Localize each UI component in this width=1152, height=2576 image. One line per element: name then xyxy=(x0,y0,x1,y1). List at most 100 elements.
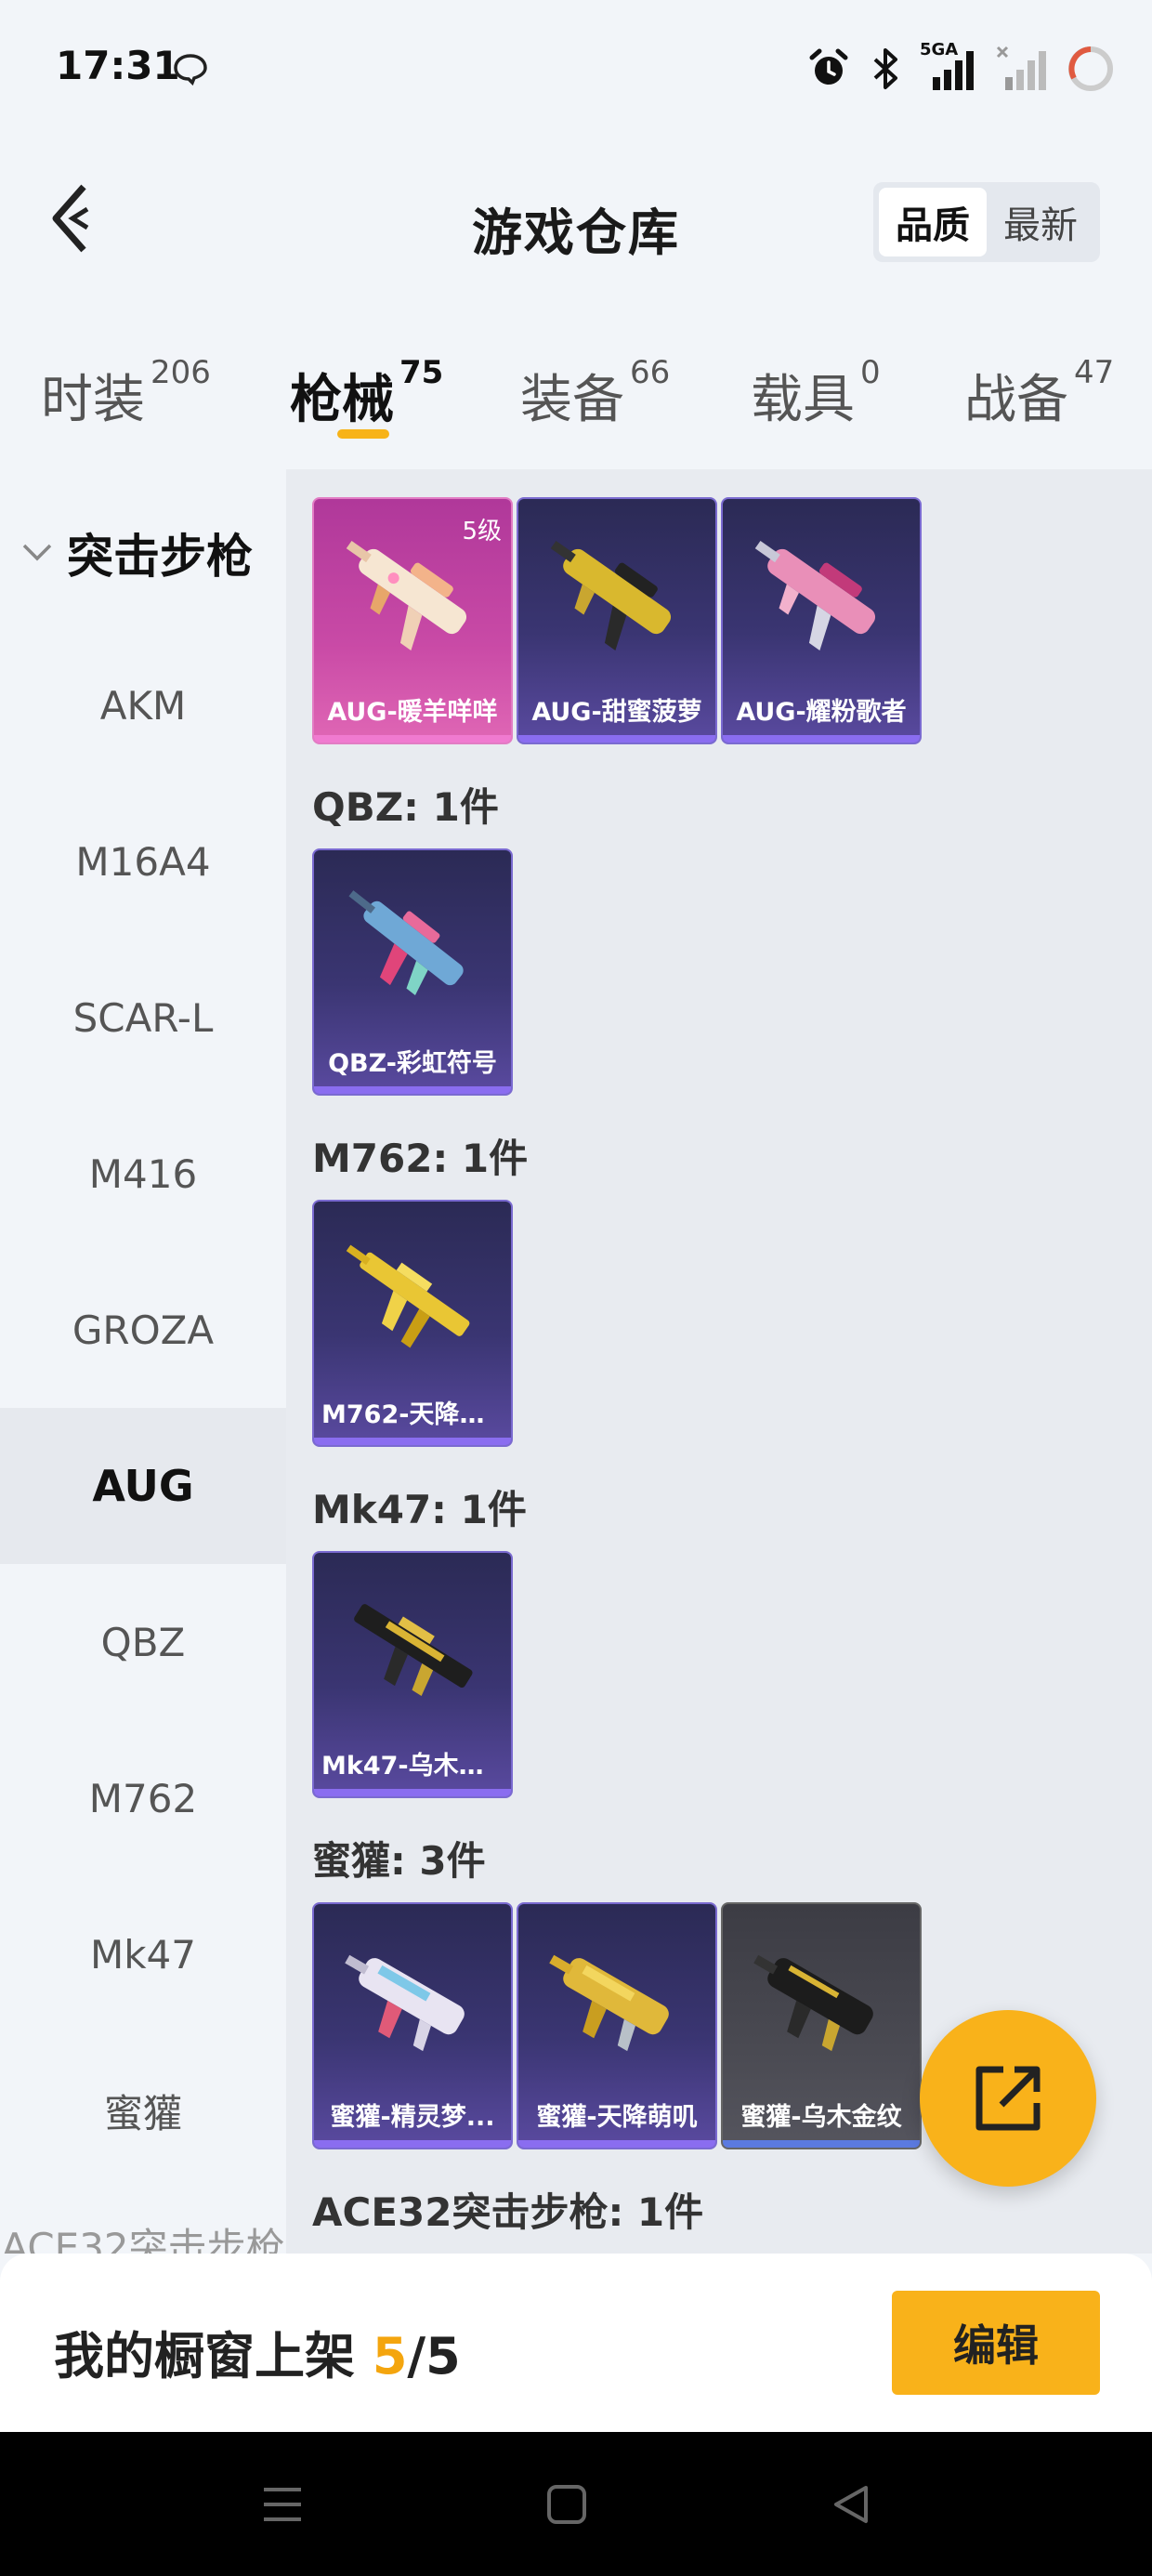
m762-rifle-icon xyxy=(346,1244,470,1348)
tab-count: 206 xyxy=(151,354,211,391)
tab-count: 47 xyxy=(1074,354,1115,391)
rarity-bar xyxy=(314,1438,511,1445)
sidebar-item-mk47[interactable]: Mk47 xyxy=(0,1876,286,2032)
section-title-mk47: Mk47: 1件 xyxy=(312,1487,527,1532)
showcase-separator: / xyxy=(407,2327,426,2385)
rarity-bar xyxy=(518,2140,715,2148)
battery-ring-icon xyxy=(1068,46,1113,91)
home-square-icon xyxy=(547,2484,586,2524)
sidebar-item-aug[interactable]: AUG xyxy=(0,1408,286,1564)
skin-card[interactable]: 蜜獾-乌木金纹 xyxy=(721,1902,922,2149)
rarity-bar xyxy=(314,2140,511,2148)
section-title-honey-badger: 蜜獾: 3件 xyxy=(312,1838,486,1884)
signal-weak-icon xyxy=(996,46,1046,90)
showcase-bar: 我的橱窗上架 5/5 编辑 xyxy=(0,2254,1152,2432)
skin-name: M762-天降萌... xyxy=(321,1400,511,1429)
level-badge: 5级 xyxy=(462,518,502,545)
weapon-grid: 5级 AUG-暖羊咩咩 AUG-甜蜜菠萝 AUG-耀粉歌者 QBZ: 1件 QB… xyxy=(286,469,1152,2254)
chat-bubble-icon xyxy=(174,54,207,85)
tab-fashion[interactable]: 时装 206 xyxy=(41,354,211,433)
external-link-icon xyxy=(975,2066,1041,2131)
sort-newest-option[interactable]: 最新 xyxy=(987,188,1094,256)
tab-count: 0 xyxy=(860,354,881,391)
rarity-bar xyxy=(314,1086,511,1094)
sidebar-item-m762[interactable]: M762 xyxy=(0,1720,286,1876)
tab-label: 装备 xyxy=(520,370,624,430)
skin-card[interactable]: AUG-耀粉歌者 xyxy=(721,497,922,744)
skin-name: 蜜獾-乌木金纹 xyxy=(740,2103,902,2132)
nav-home-button[interactable] xyxy=(474,2432,660,2576)
skin-card[interactable]: 蜜獾-天降萌叽 xyxy=(517,1902,717,2149)
skin-card[interactable]: M762-天降萌... xyxy=(312,1200,513,1447)
showcase-status: 我的橱窗上架 5/5 xyxy=(54,2315,461,2388)
aug-rifle-icon xyxy=(754,540,876,651)
sidebar-item-akm[interactable]: AKM xyxy=(0,627,286,783)
skin-name: QBZ-彩虹符号 xyxy=(328,1049,497,1078)
rarity-bar xyxy=(314,735,511,743)
sort-toggle: 品质 最新 xyxy=(873,182,1100,262)
edit-button[interactable]: 编辑 xyxy=(892,2291,1100,2395)
sidebar-item-m16a4[interactable]: M16A4 xyxy=(0,783,286,940)
mk47-rifle-icon xyxy=(354,1604,473,1696)
skin-card[interactable]: Mk47-乌木金... xyxy=(312,1551,513,1798)
tab-label: 时装 xyxy=(41,370,145,430)
honey-badger-rifle-icon xyxy=(753,1954,873,2052)
honey-badger-rifle-icon xyxy=(345,1954,465,2052)
skin-card[interactable]: QBZ-彩虹符号 xyxy=(312,848,513,1096)
sidebar-item-groza[interactable]: GROZA xyxy=(0,1252,286,1408)
skin-name: 蜜獾-精灵梦... xyxy=(330,2103,495,2132)
skin-name: AUG-甜蜜菠萝 xyxy=(531,698,702,727)
rarity-bar xyxy=(518,735,715,743)
category-tabs: 时装 206 枪械 75 装备 66 载具 0 战备 47 xyxy=(0,330,1152,469)
signal-icon xyxy=(933,51,974,90)
section-title-m762: M762: 1件 xyxy=(312,1136,529,1181)
weapon-type-sidebar: 突击步枪 AKM M16A4 SCAR-L M416 GROZA AUG QBZ… xyxy=(0,469,286,2254)
sidebar-item-qbz[interactable]: QBZ xyxy=(0,1564,286,1720)
skin-name: 蜜獾-天降萌叽 xyxy=(536,2103,698,2132)
section-title-qbz: QBZ: 1件 xyxy=(312,784,499,830)
sidebar-item-honey-badger[interactable]: 蜜獾 xyxy=(0,2032,286,2188)
showcase-total: 5 xyxy=(425,2327,461,2385)
tab-equipment[interactable]: 装备 66 xyxy=(520,354,670,433)
skin-name: Mk47-乌木金... xyxy=(321,1752,511,1781)
tab-count: 75 xyxy=(399,354,444,391)
skin-card[interactable]: 5级 AUG-暖羊咩咩 xyxy=(312,497,513,744)
tab-supplies[interactable]: 战备 47 xyxy=(964,354,1114,433)
rarity-bar xyxy=(723,2140,920,2148)
sidebar-item-m416[interactable]: M416 xyxy=(0,1096,286,1252)
share-button[interactable] xyxy=(920,2010,1096,2187)
skin-card[interactable]: 蜜獾-精灵梦... xyxy=(312,1902,513,2149)
tab-guns[interactable]: 枪械 75 xyxy=(290,354,443,433)
sidebar-group-label: 突击步枪 xyxy=(67,530,253,584)
tab-count: 66 xyxy=(630,354,671,391)
menu-icon xyxy=(264,2487,301,2521)
skin-name: AUG-暖羊咩咩 xyxy=(327,698,498,727)
skin-name: AUG-耀粉歌者 xyxy=(736,698,907,727)
status-bar: 17:31 5GA xyxy=(0,0,1152,139)
showcase-current: 5 xyxy=(372,2327,408,2385)
nav-menu-button[interactable] xyxy=(190,2432,375,2576)
tab-label: 载具 xyxy=(751,370,855,430)
sidebar-item-scar-l[interactable]: SCAR-L xyxy=(0,940,286,1096)
tab-vehicles[interactable]: 载具 0 xyxy=(751,354,881,433)
section-title-ace32: ACE32突击步枪: 1件 xyxy=(312,2189,704,2235)
chevron-down-icon xyxy=(22,544,52,561)
sidebar-group-assault-rifle[interactable]: 突击步枪 xyxy=(0,502,286,604)
tab-label: 枪械 xyxy=(290,370,394,430)
sort-quality-option[interactable]: 品质 xyxy=(879,188,987,256)
status-time: 17:31 xyxy=(56,43,180,88)
aug-rifle-icon xyxy=(550,540,672,651)
header: 游戏仓库 品质 最新 xyxy=(0,139,1152,307)
rarity-bar xyxy=(723,735,920,743)
rarity-bar xyxy=(314,1789,511,1796)
tab-label: 战备 xyxy=(964,370,1068,430)
status-icons: 5GA xyxy=(806,40,1115,97)
skin-card[interactable]: AUG-甜蜜菠萝 xyxy=(517,497,717,744)
nav-back-button[interactable] xyxy=(758,2432,944,2576)
sidebar-item-ace32[interactable]: ACE32突击步枪 xyxy=(0,2216,286,2254)
back-triangle-icon xyxy=(834,2485,868,2523)
system-nav-bar xyxy=(0,2432,1152,2576)
active-tab-indicator xyxy=(337,429,389,439)
alarm-icon xyxy=(809,48,848,85)
qbz-rifle-icon xyxy=(348,890,464,996)
